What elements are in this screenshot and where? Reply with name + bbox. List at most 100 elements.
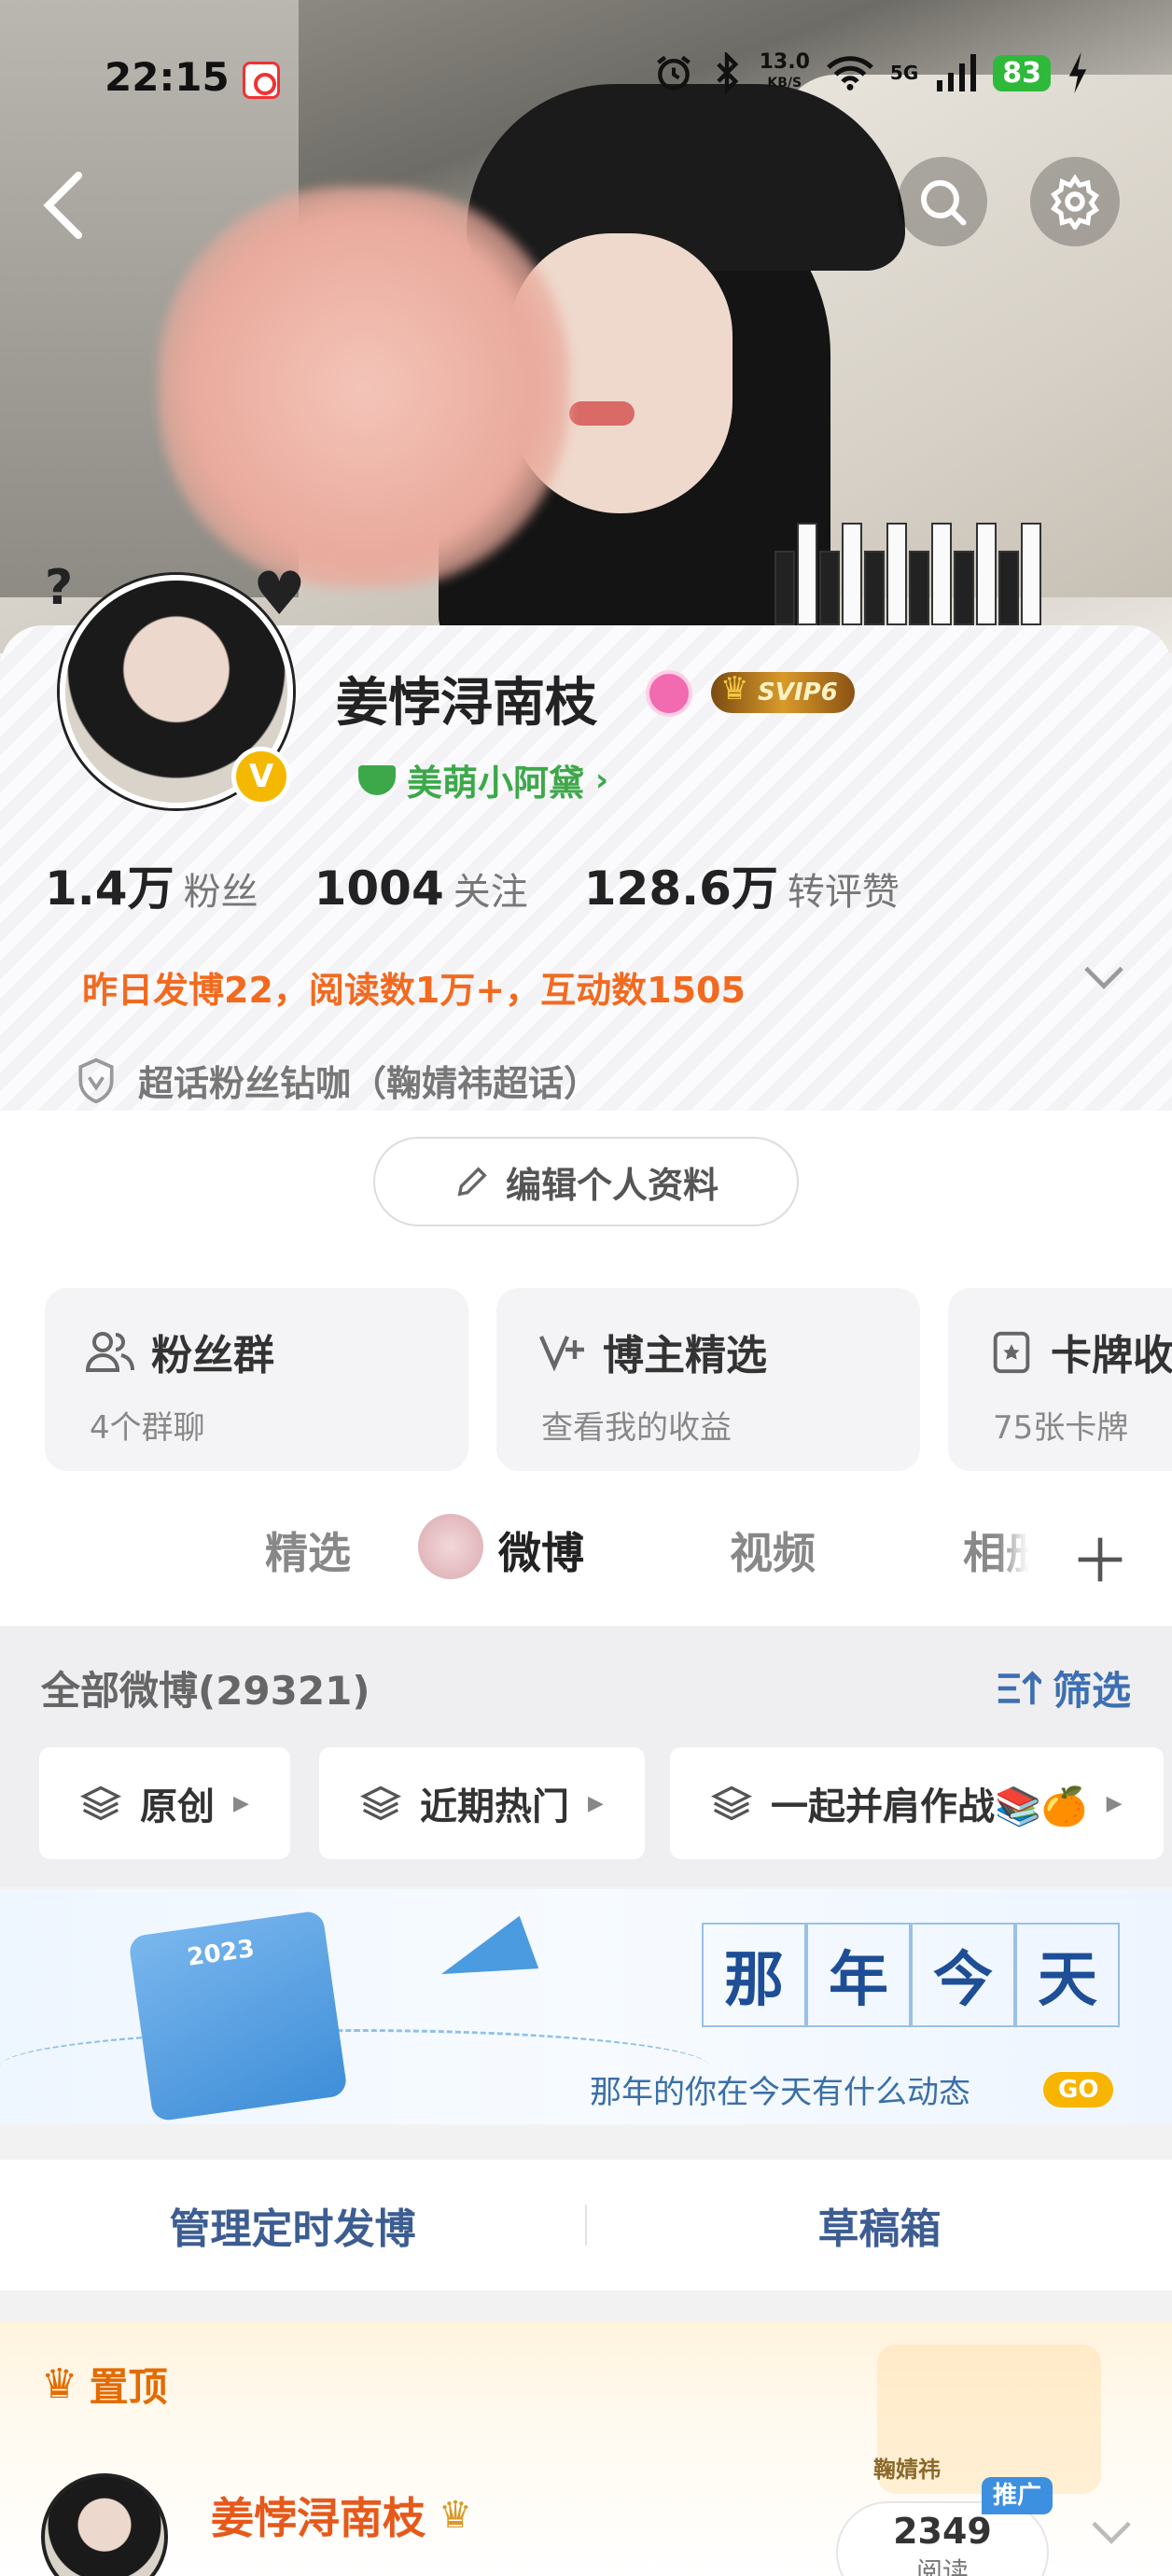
plus-icon: [1078, 1537, 1123, 1582]
edit-profile-label: 编辑个人资料: [505, 1164, 719, 1206]
chip-recent-hot[interactable]: 近期热门 ▶: [319, 1747, 645, 1859]
profile-tabs: 精选 微博 视频 相册: [0, 1493, 1172, 1626]
cover-lips: [569, 401, 635, 426]
heart-sticker-icon: ♥: [252, 560, 306, 629]
title-char: 那: [702, 1923, 806, 2027]
charging-icon: [1068, 52, 1087, 93]
feature-card-picks[interactable]: 博主精选 查看我的收益: [496, 1288, 920, 1471]
feature-subtitle: 75张卡牌: [993, 1409, 1129, 1447]
filter-label: 筛选: [1052, 1668, 1131, 1714]
status-time: 22:15: [105, 54, 230, 100]
crown-icon: ♛: [41, 2360, 78, 2408]
stat-following-label: 关注: [453, 871, 528, 914]
supertopic-badge[interactable]: 超话粉丝钻咖（鞠婧祎超话）: [75, 1055, 599, 1106]
shield-icon: [78, 1057, 114, 1103]
feature-subtitle: 查看我的收益: [541, 1409, 732, 1447]
chip-label: 原创: [140, 1785, 215, 1828]
on-this-day-title: 那 年 今 天: [702, 1923, 1120, 2027]
verified-badge-icon: V: [231, 747, 291, 806]
feature-card-fan-group[interactable]: 粉丝群 4个群聊: [45, 1288, 468, 1471]
calendar-icon: [128, 1910, 348, 2122]
chip-label: 一起并肩作战📚🍊: [771, 1785, 1088, 1828]
stat-followers[interactable]: 1.4万 粉丝: [45, 851, 258, 918]
read-count: 2349: [893, 2511, 992, 2552]
stat-following-value: 1004: [314, 861, 444, 916]
screen-record-icon: [243, 62, 280, 99]
banner-subtitle: 那年的你在今天有什么动态: [590, 2074, 970, 2111]
expand-button[interactable]: [1082, 963, 1125, 995]
title-char: 今: [911, 1923, 1015, 2027]
edit-profile-button[interactable]: 编辑个人资料: [373, 1137, 799, 1226]
chip-label: 近期热门: [420, 1785, 569, 1828]
triangle-right-icon: ▶: [233, 1791, 249, 1815]
gear-icon: [1051, 174, 1099, 230]
feature-card-cards[interactable]: 卡牌收 75张卡牌: [948, 1288, 1172, 1471]
feature-title: 卡牌收: [1051, 1332, 1172, 1379]
tab-featured[interactable]: 精选: [265, 1519, 351, 1581]
card-icon: [993, 1331, 1030, 1374]
layers-icon: [711, 1785, 752, 1821]
promote-button[interactable]: 推广: [982, 2477, 1053, 2514]
chip-original[interactable]: 原创 ▶: [39, 1747, 290, 1859]
stat-interactions[interactable]: 128.6万 转评赞: [584, 851, 900, 918]
go-button[interactable]: GO: [1043, 2072, 1114, 2107]
scheduled-posts-button[interactable]: 管理定时发博: [0, 2195, 585, 2255]
stat-interactions-value: 128.6万: [583, 861, 778, 916]
profile-stats: 1.4万 粉丝 1004 关注 128.6万 转评赞: [45, 851, 900, 918]
filter-button[interactable]: 筛选: [995, 1659, 1131, 1716]
bowl-icon: [358, 764, 396, 795]
avatar-frame[interactable]: ? ♥ V: [45, 560, 306, 821]
battery-level: 83: [993, 54, 1051, 91]
fan-group-link[interactable]: 美萌小阿黛 ›: [358, 754, 608, 805]
svip-badge[interactable]: SVIP6: [711, 668, 855, 713]
signal-icon: [937, 54, 977, 91]
vip-crown-icon: ♛: [439, 2494, 472, 2537]
v-plus-icon: [538, 1336, 584, 1372]
pinned-post[interactable]: ♛ 置顶 姜悖浔南枝 ♛ 鞠婧祎 2349 阅读 推广: [0, 2322, 1172, 2576]
people-icon: [86, 1332, 134, 1372]
feature-subtitle: 4个群聊: [90, 1409, 205, 1447]
fan-group-label: 美萌小阿黛: [407, 763, 585, 804]
all-posts-count: 全部微博(29321): [41, 1668, 370, 1714]
stat-followers-label: 粉丝: [183, 871, 258, 914]
post-tag: 鞠婧祎: [873, 2457, 941, 2483]
drafts-button[interactable]: 草稿箱: [587, 2195, 1172, 2255]
filter-sort-icon: [998, 1670, 1041, 1704]
net-speed: 13.0 KB/S: [759, 50, 810, 91]
on-this-day-banner[interactable]: 那 年 今 天 那年的你在今天有什么动态 GO: [0, 1889, 1172, 2124]
activity-summary[interactable]: 昨日发博22，阅读数1万+，互动数1505: [82, 961, 746, 1013]
post-author[interactable]: 姜悖浔南枝 ♛: [211, 2485, 472, 2546]
chevron-down-icon: [1092, 2521, 1131, 2544]
tab-weibo[interactable]: 微博: [498, 1519, 584, 1581]
layers-icon: [80, 1785, 121, 1821]
wifi-icon: [827, 56, 873, 91]
feature-title: 博主精选: [603, 1332, 767, 1379]
bluetooth-icon: [716, 52, 738, 93]
search-button[interactable]: [898, 157, 987, 246]
title-char: 年: [806, 1923, 911, 2027]
tab-videos[interactable]: 视频: [730, 1519, 816, 1581]
question-sticker-icon: ?: [45, 560, 74, 616]
feed-header: 全部微博(29321) 筛选 原创 ▶ 近期热门 ▶ 一起并肩作战📚🍊 ▶: [0, 1626, 1172, 1887]
alarm-icon: [656, 55, 691, 91]
feature-title: 粉丝群: [151, 1332, 274, 1379]
post-author-avatar[interactable]: [41, 2473, 168, 2576]
pink-badge-icon[interactable]: [646, 670, 692, 717]
supertopic-label: 超话粉丝钻咖（鞠婧祎超话）: [138, 1063, 600, 1104]
triangle-right-icon: ▶: [588, 1791, 604, 1815]
back-button[interactable]: [37, 168, 93, 243]
search-icon: [921, 180, 967, 226]
paper-plane-icon: [431, 1915, 539, 2001]
add-tab-button[interactable]: [1028, 1493, 1172, 1626]
layers-icon: [360, 1785, 401, 1821]
title-char: 天: [1015, 1923, 1120, 2027]
chevron-down-icon: [1084, 966, 1123, 989]
chip-together[interactable]: 一起并肩作战📚🍊 ▶: [670, 1747, 1164, 1859]
status-icons: 13.0 KB/S 5G 83: [653, 52, 1088, 93]
rose-decoration-icon: [418, 1514, 483, 1579]
stat-following[interactable]: 1004 关注: [314, 861, 528, 916]
settings-button[interactable]: [1030, 157, 1120, 246]
post-actions-bar: 管理定时发博 草稿箱: [0, 2160, 1172, 2290]
post-menu-button[interactable]: [1090, 2518, 1133, 2550]
cover-hand: [159, 187, 569, 588]
